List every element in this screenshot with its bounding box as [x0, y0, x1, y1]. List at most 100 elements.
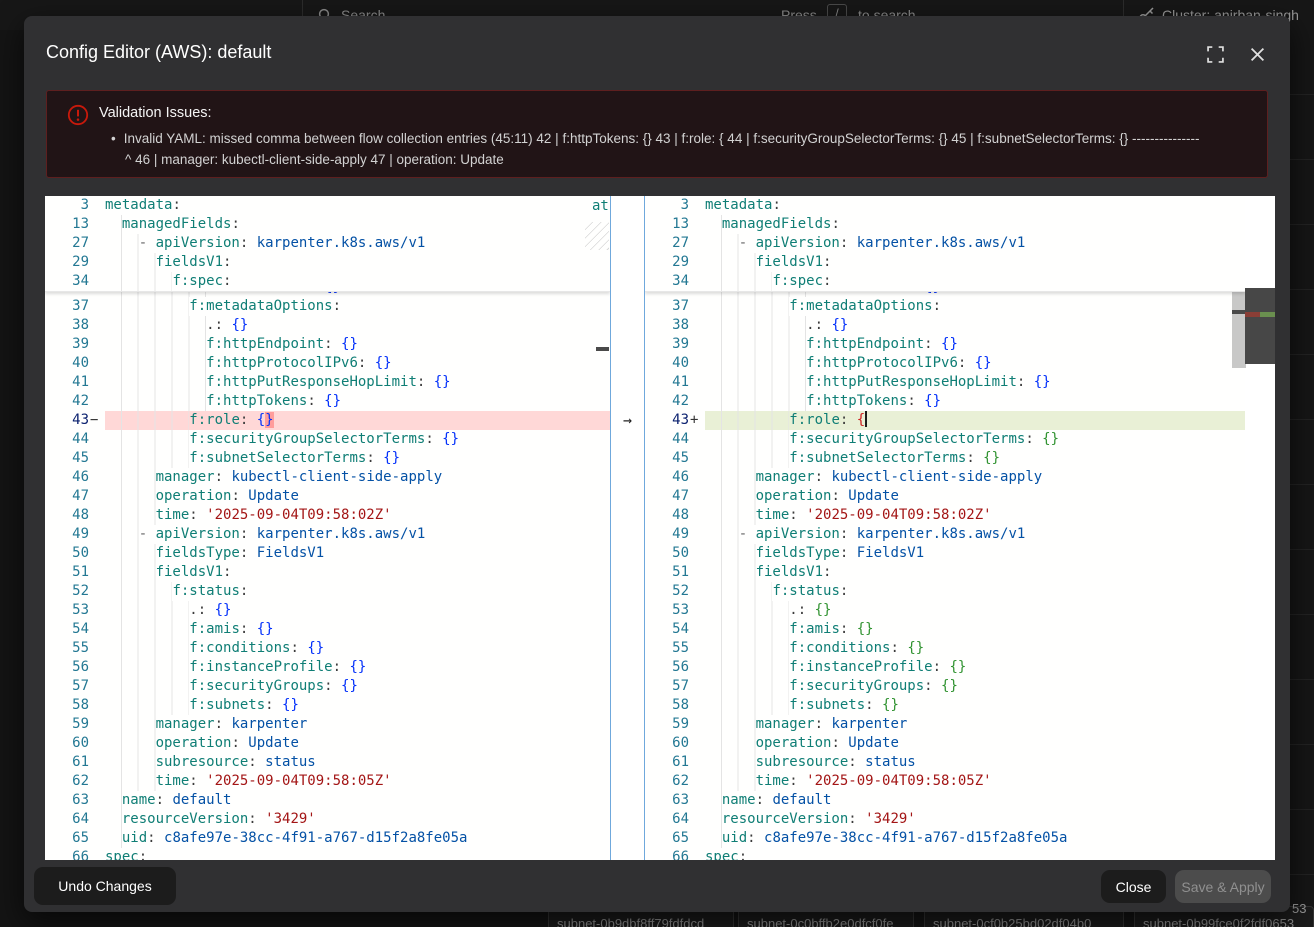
code-line[interactable]: 39 f:httpEndpoint: {}: [45, 335, 610, 354]
code-line[interactable]: 52 f:status:: [45, 582, 610, 601]
code-line[interactable]: 48 time: '2025-09-04T09:58:02Z': [45, 506, 610, 525]
code-line[interactable]: 62 time: '2025-09-04T09:58:05Z': [45, 772, 610, 791]
code-line[interactable]: 47 operation: Update: [45, 487, 610, 506]
code-line[interactable]: 48 time: '2025-09-04T09:58:02Z': [645, 506, 1245, 525]
code-line[interactable]: 66spec:: [645, 848, 1245, 860]
copy-change-arrow[interactable]: →: [611, 411, 644, 430]
code-line[interactable]: 63 name: default: [45, 791, 610, 810]
validation-title: Validation Issues:: [99, 105, 212, 121]
partial-line[interactable]: {}: [645, 292, 1245, 297]
bullet: •: [111, 131, 116, 146]
code-line[interactable]: 50 fieldsType: FieldsV1: [645, 544, 1245, 563]
code-line[interactable]: 37 f:metadataOptions:: [45, 297, 610, 316]
code-line[interactable]: 60 operation: Update: [45, 734, 610, 753]
code-line[interactable]: 49 - apiVersion: karpenter.k8s.aws/v1: [45, 525, 610, 544]
save-apply-button[interactable]: Save & Apply: [1175, 870, 1271, 903]
code-line[interactable]: 46 manager: kubectl-client-side-apply: [45, 468, 610, 487]
modified-code-lines[interactable]: 37 f:metadataOptions:38 .: {}39 f:httpEn…: [645, 297, 1245, 860]
text-cursor: [865, 411, 867, 427]
code-line[interactable]: 56 f:instanceProfile: {}: [645, 658, 1245, 677]
code-line[interactable]: 64 resourceVersion: '3429': [45, 810, 610, 829]
code-line[interactable]: 44 f:securityGroupSelectorTerms: {}: [645, 430, 1245, 449]
collapsed-region-hatch: [585, 222, 609, 250]
code-line[interactable]: 39 f:httpEndpoint: {}: [645, 335, 1245, 354]
code-line[interactable]: 44 f:securityGroupSelectorTerms: {}: [45, 430, 610, 449]
code-line[interactable]: 55 f:conditions: {}: [45, 639, 610, 658]
code-line[interactable]: 65 uid: c8afe97e-38cc-4f91-a767-d15f2a8f…: [45, 829, 610, 848]
sticky-line[interactable]: 27 - apiVersion: karpenter.k8s.aws/v1: [645, 234, 1245, 253]
code-line[interactable]: 55 f:conditions: {}: [645, 639, 1245, 658]
code-line[interactable]: 50 fieldsType: FieldsV1: [45, 544, 610, 563]
code-line[interactable]: 61 subresource: status: [45, 753, 610, 772]
code-line[interactable]: 45 f:subnetSelectorTerms: {}: [45, 449, 610, 468]
code-line[interactable]: 38 .: {}: [645, 316, 1245, 335]
code-line[interactable]: 43− f:role: {}: [45, 411, 610, 430]
modal-title: Config Editor (AWS): default: [46, 42, 271, 63]
code-line[interactable]: 43+ f:role: {: [645, 411, 1245, 430]
sticky-line[interactable]: 29 fieldsV1:: [645, 253, 1245, 272]
diff-original-pane[interactable]: 3metadata:13 managedFields:27 - apiVersi…: [45, 196, 610, 860]
close-icon: [1250, 47, 1265, 62]
sticky-line[interactable]: 3metadata:: [645, 196, 1245, 215]
code-line[interactable]: 63 name: default: [645, 791, 1245, 810]
code-line[interactable]: 56 f:instanceProfile: {}: [45, 658, 610, 677]
code-line[interactable]: 57 f:securityGroups: {}: [645, 677, 1245, 696]
clipped-sticky-text: at: [592, 198, 609, 214]
code-line[interactable]: 45 f:subnetSelectorTerms: {}: [645, 449, 1245, 468]
code-line[interactable]: 53 .: {}: [645, 601, 1245, 620]
sticky-scroll-original[interactable]: 3metadata:13 managedFields:27 - apiVersi…: [45, 196, 610, 292]
original-code-lines[interactable]: 37 f:metadataOptions:38 .: {}39 f:httpEn…: [45, 297, 610, 860]
code-line[interactable]: 41 f:httpPutResponseHopLimit: {}: [45, 373, 610, 392]
code-line[interactable]: 40 f:httpProtocolIPv6: {}: [645, 354, 1245, 373]
code-line[interactable]: 47 operation: Update: [645, 487, 1245, 506]
sticky-line[interactable]: 27 - apiVersion: karpenter.k8s.aws/v1: [45, 234, 610, 253]
validation-line2: ^ 46 | manager: kubectl-client-side-appl…: [111, 149, 1251, 170]
code-line[interactable]: 54 f:amis: {}: [645, 620, 1245, 639]
code-line[interactable]: 51 fieldsV1:: [645, 563, 1245, 582]
vertical-scrollbar[interactable]: [1232, 288, 1246, 368]
sticky-line[interactable]: 13 managedFields:: [645, 215, 1245, 234]
close-button[interactable]: Close: [1101, 870, 1166, 903]
code-line[interactable]: 41 f:httpPutResponseHopLimit: {}: [645, 373, 1245, 392]
code-line[interactable]: 59 manager: karpenter: [645, 715, 1245, 734]
code-line[interactable]: 49 - apiVersion: karpenter.k8s.aws/v1: [645, 525, 1245, 544]
code-line[interactable]: 60 operation: Update: [645, 734, 1245, 753]
code-line[interactable]: 53 .: {}: [45, 601, 610, 620]
code-line[interactable]: 38 .: {}: [45, 316, 610, 335]
code-line[interactable]: 62 time: '2025-09-04T09:58:05Z': [645, 772, 1245, 791]
sticky-line[interactable]: 13 managedFields:: [45, 215, 610, 234]
code-line[interactable]: 51 fieldsV1:: [45, 563, 610, 582]
overview-ruler-delete-mark: [1245, 312, 1260, 317]
code-line[interactable]: 65 uid: c8afe97e-38cc-4f91-a767-d15f2a8f…: [645, 829, 1245, 848]
expand-button[interactable]: [1204, 43, 1226, 65]
sticky-line[interactable]: 3metadata:: [45, 196, 610, 215]
code-line[interactable]: 61 subresource: status: [645, 753, 1245, 772]
config-editor-modal: Config Editor (AWS): default Validation …: [24, 16, 1290, 912]
code-line[interactable]: 46 manager: kubectl-client-side-apply: [645, 468, 1245, 487]
sticky-line[interactable]: 34 f:spec:: [645, 272, 1245, 291]
code-line[interactable]: 66spec:: [45, 848, 610, 860]
code-line[interactable]: 40 f:httpProtocolIPv6: {}: [45, 354, 610, 373]
diff-modified-pane[interactable]: 3metadata:13 managedFields:27 - apiVersi…: [645, 196, 1245, 860]
code-line[interactable]: 37 f:metadataOptions:: [645, 297, 1245, 316]
overview-ruler-viewport[interactable]: [1245, 288, 1275, 364]
overview-ruler-add-mark: [1260, 312, 1275, 317]
code-line[interactable]: 58 f:subnets: {}: [45, 696, 610, 715]
diff-center-gutter: →: [610, 196, 645, 860]
code-line[interactable]: 42 f:httpTokens: {}: [645, 392, 1245, 411]
code-line[interactable]: 64 resourceVersion: '3429': [645, 810, 1245, 829]
code-line[interactable]: 42 f:httpTokens: {}: [45, 392, 610, 411]
code-line[interactable]: 52 f:status:: [645, 582, 1245, 601]
code-line[interactable]: 54 f:amis: {}: [45, 620, 610, 639]
code-line[interactable]: 57 f:securityGroups: {}: [45, 677, 610, 696]
sticky-line[interactable]: 34 f:spec:: [45, 272, 610, 291]
sticky-line[interactable]: 29 fieldsV1:: [45, 253, 610, 272]
code-line[interactable]: 58 f:subnets: {}: [645, 696, 1245, 715]
close-modal-button[interactable]: [1246, 43, 1268, 65]
partial-line[interactable]: {}: [45, 292, 610, 297]
code-line[interactable]: 59 manager: karpenter: [45, 715, 610, 734]
sticky-scroll-modified[interactable]: 3metadata:13 managedFields:27 - apiVersi…: [645, 196, 1245, 292]
undo-changes-button[interactable]: Undo Changes: [34, 867, 176, 905]
validation-banner: Validation Issues: •Invalid YAML: missed…: [46, 90, 1268, 178]
expand-icon: [1207, 46, 1224, 63]
